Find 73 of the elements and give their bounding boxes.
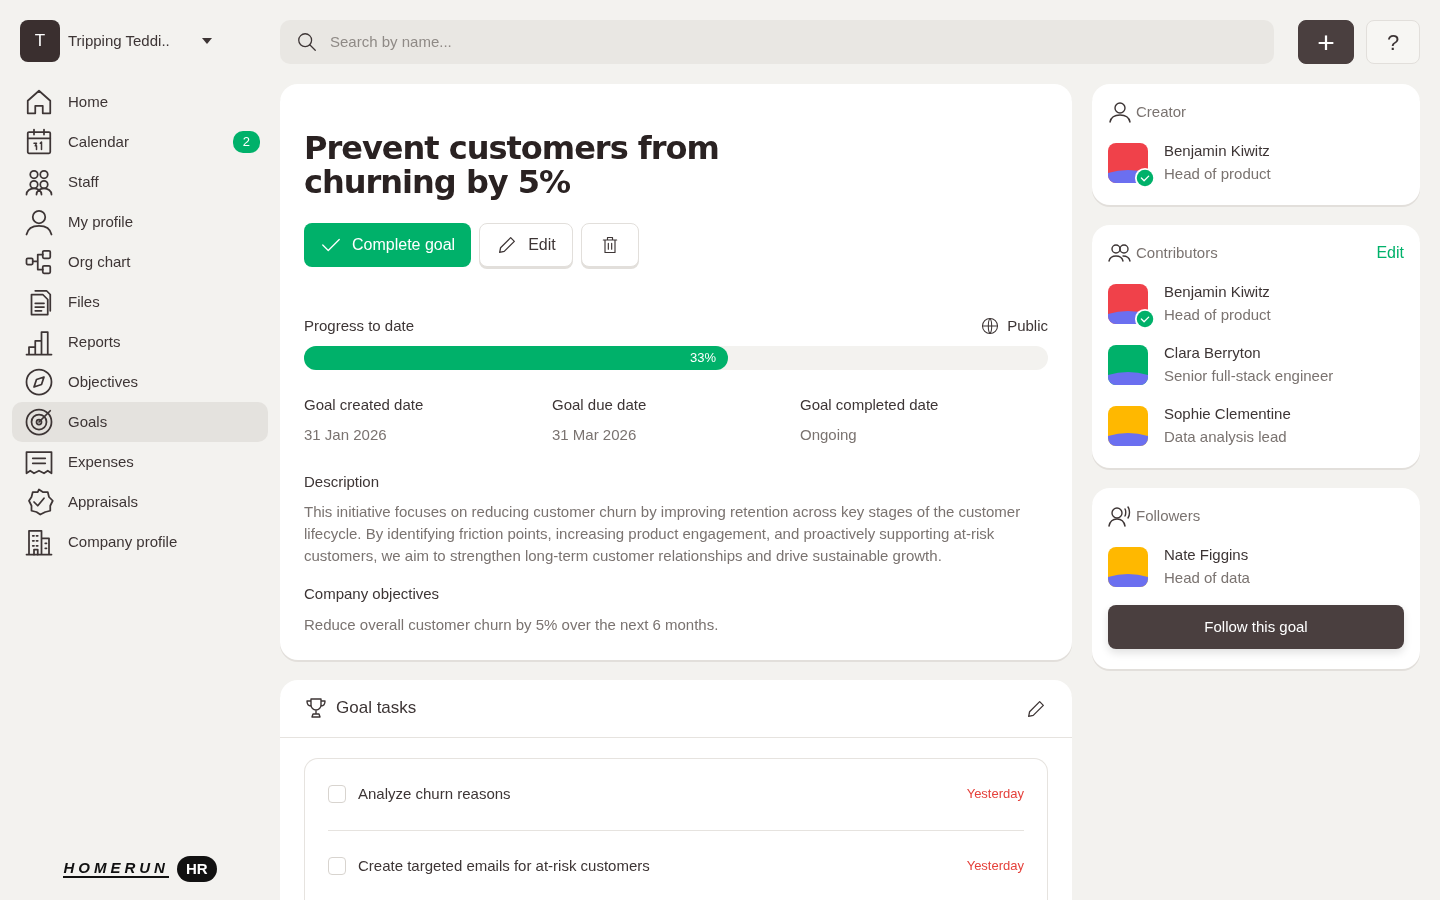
- nav-item[interactable]: Objectives: [12, 362, 268, 402]
- section-text: Reduce overall customer churn by 5% over the next 6 months.: [304, 614, 720, 635]
- workspace-switcher[interactable]: T Tripping Teddi..: [12, 20, 268, 62]
- people-icon: [24, 167, 54, 197]
- task-checkbox[interactable]: [328, 857, 346, 876]
- tasks-title: Goal tasks: [336, 697, 417, 720]
- globe-icon: [981, 317, 1000, 336]
- user-icon: [24, 207, 54, 237]
- date-label: Goal due date: [552, 394, 648, 415]
- nav-item[interactable]: Appraisals: [12, 482, 268, 522]
- building-icon: [24, 527, 54, 557]
- nav-item[interactable]: Company profile: [12, 522, 268, 562]
- due-date: Yesterday: [966, 785, 1024, 804]
- task-label: Analyze churn reasons: [358, 783, 511, 804]
- task-label: Create targeted emails for at-risk customers: [358, 855, 650, 876]
- trophy-icon: [304, 696, 328, 721]
- person-name: Benjamin Kiwitz: [1164, 141, 1271, 161]
- section-label: Description: [304, 471, 381, 492]
- person-role: Head of product: [1164, 163, 1271, 184]
- home-icon: [24, 87, 54, 117]
- hierarchy-icon: [24, 247, 54, 277]
- task-checkbox[interactable]: [328, 785, 346, 804]
- count-badge: 2: [232, 131, 260, 153]
- date-value: 31 Mar 2026: [552, 425, 638, 446]
- goal-title: Prevent customers from churning by 5%: [304, 132, 720, 200]
- date-value: 31 Jan 2026: [304, 425, 388, 446]
- person-name: Clara Berryton: [1164, 343, 1262, 363]
- person-role: Head of data: [1164, 567, 1250, 588]
- nav-item[interactable]: Expenses: [12, 442, 268, 482]
- nav-item[interactable]: Files: [12, 282, 268, 322]
- due-date: Yesterday: [966, 857, 1024, 876]
- person-role: Head of product: [1164, 304, 1271, 325]
- user-icon: [1108, 100, 1132, 124]
- user-voice-icon: [1108, 504, 1132, 528]
- workspace-name: Tripping Teddi..: [68, 30, 170, 51]
- person-name: Benjamin Kiwitz: [1164, 282, 1271, 302]
- compass-icon: [24, 367, 54, 397]
- nav-item[interactable]: Goals: [12, 402, 268, 442]
- nav-item[interactable]: Org chart: [12, 242, 268, 282]
- panel-title: Contributors: [1136, 242, 1218, 263]
- logo-wordmark: HOMERUN: [63, 859, 169, 878]
- person-role: Data analysis lead: [1164, 426, 1288, 447]
- nav-item[interactable]: My profile: [12, 202, 268, 242]
- workspace-avatar: T: [20, 20, 60, 62]
- caret-icon: [201, 38, 212, 44]
- panel-title: Creator: [1136, 101, 1187, 122]
- nav-item[interactable]: Reports: [12, 322, 268, 362]
- progress-fill: 33%: [304, 345, 729, 370]
- nav-item[interactable]: Home: [12, 82, 268, 122]
- progress-label: Progress to date: [304, 316, 415, 337]
- users-icon: [1108, 241, 1132, 265]
- target-icon: [24, 407, 54, 437]
- date-label: Goal completed date: [800, 394, 940, 415]
- date-value: Ongoing: [800, 425, 858, 446]
- edit-button[interactable]: Edit: [479, 223, 573, 268]
- person-name: Nate Figgins: [1164, 545, 1250, 565]
- nav-item[interactable]: Calendar 2: [12, 122, 268, 162]
- help-button[interactable]: ?: [1366, 20, 1420, 64]
- date-label: Goal created date: [304, 394, 425, 415]
- person-role: Senior full-stack engineer: [1164, 365, 1334, 386]
- calendar-icon: [24, 127, 54, 157]
- nav-item[interactable]: Staff: [12, 162, 268, 202]
- delete-button[interactable]: [580, 223, 639, 268]
- person-name: Sophie Clementine: [1164, 404, 1291, 424]
- logo-badge: HR: [176, 855, 217, 882]
- visibility-label: Public: [1007, 316, 1048, 337]
- search-icon: [296, 31, 318, 53]
- section-label: Company objectives: [304, 584, 441, 605]
- search-field[interactable]: Search by name...: [280, 20, 1274, 64]
- panel-title: Followers: [1136, 505, 1201, 526]
- section-text: This initiative focuses on reducing customer churn by improving retention across key stages of the customer lifecycle. By identifying friction points, increasing product engagement, and proactively supporting at-risk customers, we aim to strengthen long-term customer relationships and drive sustainable growth.: [304, 502, 1022, 567]
- follow-button[interactable]: Follow this goal: [1108, 605, 1404, 649]
- add-button[interactable]: +: [1298, 20, 1354, 64]
